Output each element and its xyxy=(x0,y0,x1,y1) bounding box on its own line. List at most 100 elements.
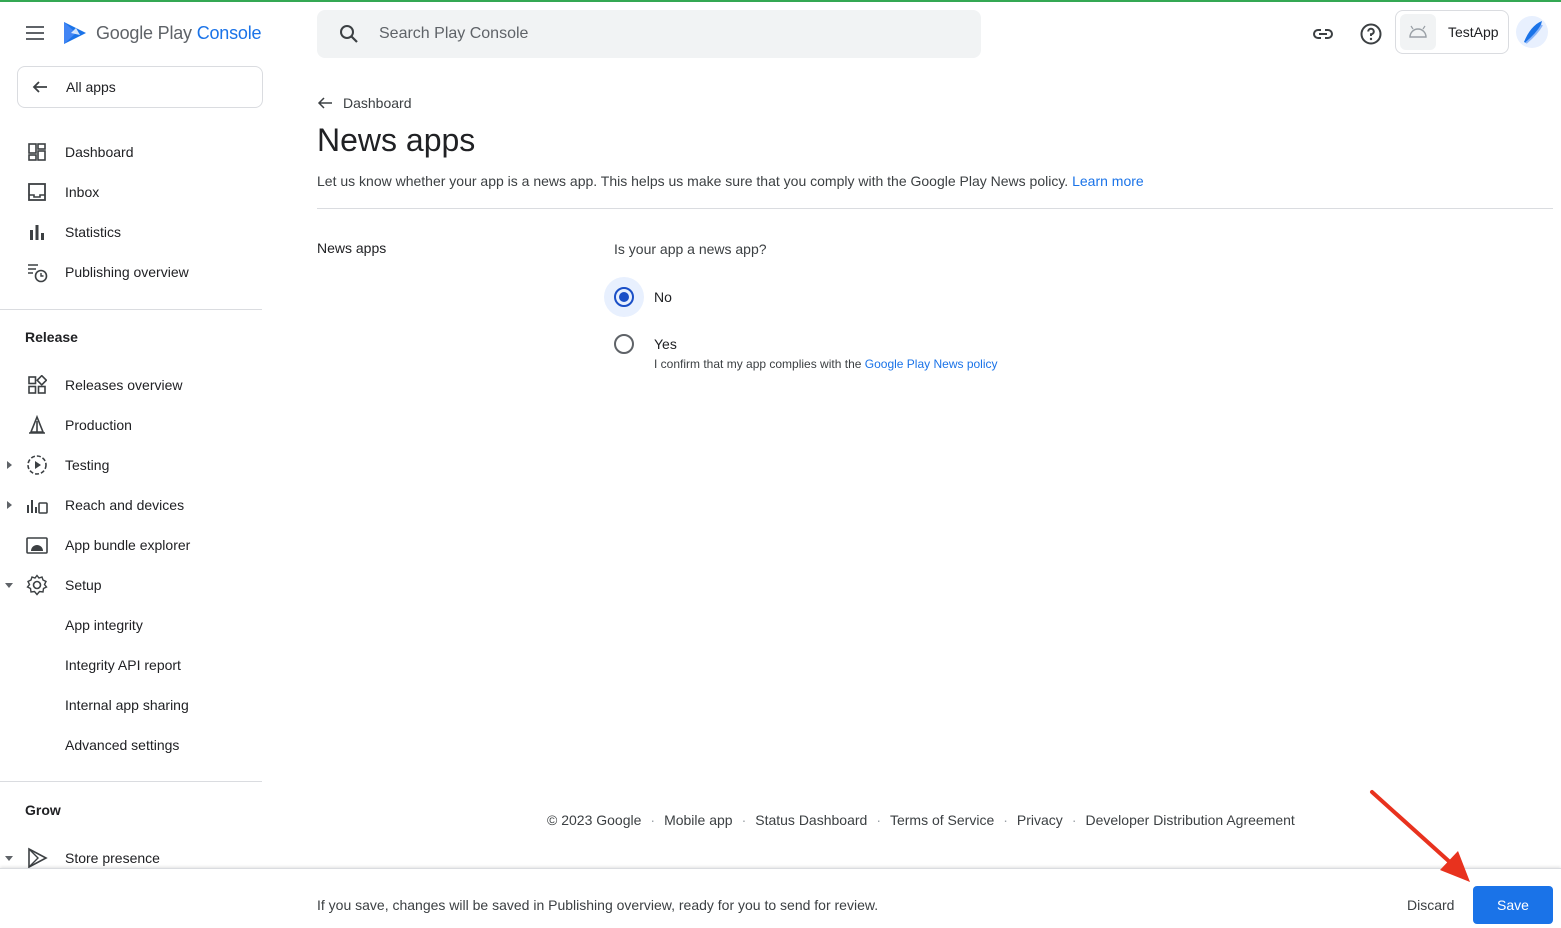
caret-down-icon[interactable] xyxy=(4,853,14,863)
dashboard-icon xyxy=(25,140,49,164)
sidebar-item-reach-and-devices[interactable]: Reach and devices xyxy=(0,485,262,525)
page-footer: © 2023 Google · Mobile app · Status Dash… xyxy=(547,812,1295,828)
search-bar[interactable] xyxy=(317,10,981,58)
logo-text: Google Play Console xyxy=(96,22,262,43)
all-apps-button[interactable]: All apps xyxy=(17,66,263,108)
search-input[interactable] xyxy=(379,25,939,43)
sidebar-item-inbox[interactable]: Inbox xyxy=(0,172,262,212)
sidebar-item-label: App bundle explorer xyxy=(65,537,191,553)
all-apps-label: All apps xyxy=(66,79,116,95)
question-text: Is your app a news app? xyxy=(614,241,767,257)
hamburger-menu-icon[interactable] xyxy=(24,22,50,46)
radio-button-unchecked[interactable] xyxy=(614,334,634,354)
save-bar: If you save, changes will be saved in Pu… xyxy=(0,868,1561,928)
android-bundle-icon xyxy=(25,533,49,557)
footer-link-privacy[interactable]: Privacy xyxy=(1017,812,1063,828)
sidebar-item-integrity-api-report[interactable]: Integrity API report xyxy=(0,645,262,685)
sidebar-item-label: Internal app sharing xyxy=(65,697,189,713)
footer-separator: · xyxy=(1071,812,1077,828)
testing-icon xyxy=(25,453,49,477)
footer-link-dda[interactable]: Developer Distribution Agreement xyxy=(1085,812,1294,828)
save-bar-message: If you save, changes will be saved in Pu… xyxy=(317,897,879,913)
field-label: News apps xyxy=(317,240,387,256)
section-title-grow: Grow xyxy=(25,802,61,818)
sidebar-divider xyxy=(0,309,262,310)
inbox-icon xyxy=(25,180,49,204)
sidebar-item-statistics[interactable]: Statistics xyxy=(0,212,262,252)
sidebar-item-advanced-settings[interactable]: Advanced settings xyxy=(0,725,262,765)
reach-devices-icon xyxy=(25,493,49,517)
sidebar-item-label: Integrity API report xyxy=(65,657,181,673)
avatar[interactable] xyxy=(1516,16,1548,48)
sidebar-item-label: Store presence xyxy=(65,850,160,866)
back-arrow-icon xyxy=(317,97,332,109)
sidebar-item-label: Reach and devices xyxy=(65,497,185,513)
store-presence-icon xyxy=(25,846,49,870)
caret-right-icon[interactable] xyxy=(4,460,14,470)
sublabel-text: I confirm that my app complies with the xyxy=(654,357,862,371)
breadcrumb-label: Dashboard xyxy=(343,95,412,111)
radio-label-yes: Yes xyxy=(654,336,677,352)
sidebar-item-label: Advanced settings xyxy=(65,737,180,753)
breadcrumb[interactable]: Dashboard xyxy=(317,95,412,111)
search-icon xyxy=(340,25,358,43)
sidebar: Google Play Console All apps Dashboard I… xyxy=(0,0,263,928)
sidebar-item-publishing-overview[interactable]: Publishing overview xyxy=(0,252,262,292)
sidebar-item-app-integrity[interactable]: App integrity xyxy=(0,605,262,645)
content-divider xyxy=(317,208,1553,209)
sidebar-item-label: Dashboard xyxy=(65,144,134,160)
description-text: Let us know whether your app is a news a… xyxy=(317,173,1069,189)
app-thumbnail xyxy=(1400,14,1436,50)
publishing-icon xyxy=(25,260,49,284)
sidebar-item-label: Statistics xyxy=(65,224,122,240)
production-icon xyxy=(25,413,49,437)
caret-right-icon[interactable] xyxy=(4,500,14,510)
app-name: TestApp xyxy=(1448,24,1499,40)
radio-label-no: No xyxy=(654,289,672,305)
link-icon[interactable] xyxy=(1311,22,1335,46)
page-description: Let us know whether your app is a news a… xyxy=(317,173,1144,189)
app-selector[interactable]: TestApp xyxy=(1395,10,1509,54)
sidebar-item-label: Releases overview xyxy=(65,377,183,393)
sidebar-item-app-bundle-explorer[interactable]: App bundle explorer xyxy=(0,525,262,565)
news-policy-link[interactable]: Google Play News policy xyxy=(865,357,998,371)
sidebar-item-label: Testing xyxy=(65,457,110,473)
learn-more-link[interactable]: Learn more xyxy=(1072,173,1144,189)
discard-button[interactable]: Discard xyxy=(1397,889,1464,921)
bar-chart-icon xyxy=(25,220,49,244)
footer-copyright: © 2023 Google xyxy=(547,812,642,828)
footer-separator: · xyxy=(650,812,656,828)
sidebar-item-releases-overview[interactable]: Releases overview xyxy=(0,365,262,405)
caret-down-icon[interactable] xyxy=(4,580,14,590)
radio-button-checked[interactable] xyxy=(614,287,634,307)
section-title-release: Release xyxy=(25,329,78,345)
footer-separator: · xyxy=(1003,812,1008,828)
footer-separator: · xyxy=(876,812,881,828)
radio-sublabel-yes: I confirm that my app complies with the … xyxy=(654,357,998,371)
sidebar-item-label: Publishing overview xyxy=(65,264,189,280)
sidebar-item-testing[interactable]: Testing xyxy=(0,445,262,485)
play-console-logo[interactable]: Google Play Console xyxy=(62,19,262,47)
sidebar-item-dashboard[interactable]: Dashboard xyxy=(0,132,262,172)
sidebar-item-production[interactable]: Production xyxy=(0,405,262,445)
profile-avatar-icon xyxy=(1524,21,1543,44)
save-button[interactable]: Save xyxy=(1473,886,1553,924)
sidebar-item-label: Setup xyxy=(65,577,102,593)
footer-link-status-dashboard[interactable]: Status Dashboard xyxy=(755,812,867,828)
play-console-logo-icon xyxy=(64,22,86,44)
radio-yes[interactable] xyxy=(604,324,644,364)
releases-grid-icon xyxy=(25,373,49,397)
sidebar-item-label: Inbox xyxy=(65,184,100,200)
footer-separator: · xyxy=(741,812,747,828)
sidebar-item-label: App integrity xyxy=(65,617,143,633)
page-title: News apps xyxy=(317,122,476,158)
sidebar-item-label: Production xyxy=(65,417,132,433)
sidebar-item-setup[interactable]: Setup xyxy=(0,565,262,605)
help-icon[interactable] xyxy=(1359,22,1383,46)
sidebar-item-internal-app-sharing[interactable]: Internal app sharing xyxy=(0,685,262,725)
gear-icon xyxy=(25,573,49,597)
radio-no[interactable] xyxy=(604,277,644,317)
sidebar-divider xyxy=(0,781,262,782)
footer-link-terms[interactable]: Terms of Service xyxy=(890,812,994,828)
footer-link-mobile-app[interactable]: Mobile app xyxy=(664,812,733,828)
